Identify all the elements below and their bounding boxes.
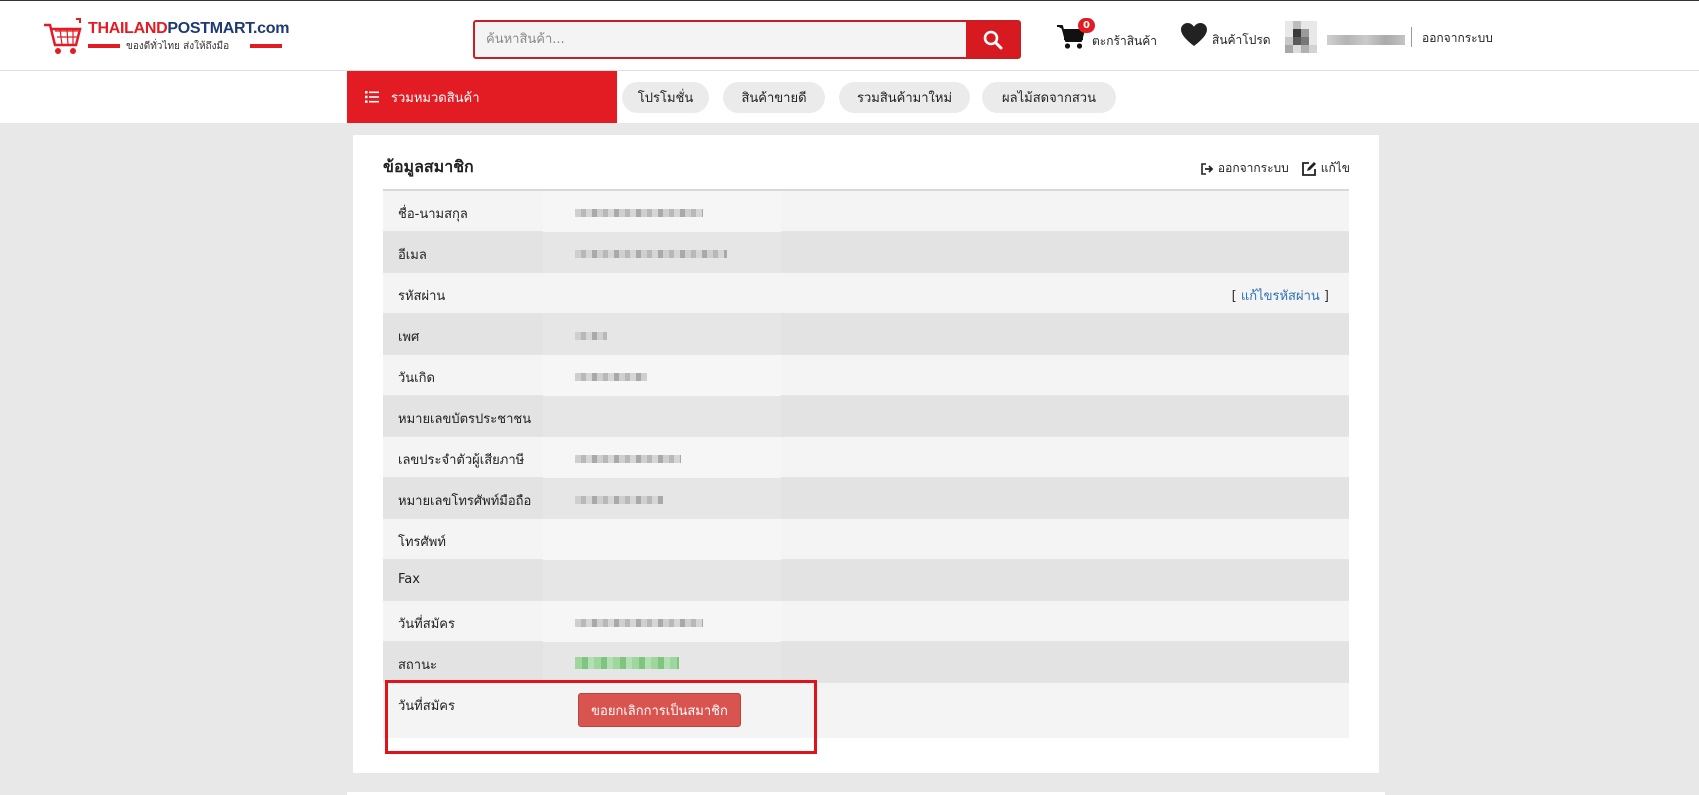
username-redacted bbox=[1327, 35, 1405, 45]
table-row-fullname: ชื่อ-นามสกุล bbox=[383, 191, 1349, 232]
all-categories-label: รวมหมวดสินค้า bbox=[391, 90, 480, 106]
cancel-membership-button[interactable]: ขอยกเลิกการเป็นสมาชิก bbox=[578, 693, 741, 727]
logo-cart-icon bbox=[44, 18, 82, 54]
user-divider bbox=[1411, 27, 1412, 47]
all-categories-button[interactable]: รวมหมวดสินค้า bbox=[347, 71, 617, 123]
mobile-value-redacted bbox=[575, 496, 663, 504]
change-password-link-wrap: [ แก้ไขรหัสผ่าน ] bbox=[1231, 289, 1329, 304]
status-value-redacted bbox=[575, 657, 679, 669]
search-button[interactable] bbox=[966, 22, 1019, 57]
table-row-mobile: หมายเลขโทรศัพท์มือถือ bbox=[383, 478, 1349, 519]
sign-out-icon bbox=[1201, 162, 1214, 175]
table-row-password: รหัสผ่าน [ แก้ไขรหัสผ่าน ] bbox=[383, 273, 1349, 314]
cart-link[interactable]: 0 ตะกร้าสินค้า bbox=[1056, 18, 1157, 58]
edit-icon bbox=[1301, 161, 1316, 176]
avatar[interactable] bbox=[1285, 21, 1317, 53]
edit-label: แก้ไข bbox=[1320, 161, 1350, 175]
card-logout-label: ออกจากระบบ bbox=[1217, 161, 1289, 175]
table-row-phone: โทรศัพท์ bbox=[383, 519, 1349, 560]
table-row-fax: Fax bbox=[383, 560, 1349, 601]
tax-id-value-redacted bbox=[575, 455, 681, 463]
table-row-tax-id: เลขประจำตัวผู้เสียภาษี bbox=[383, 437, 1349, 478]
nav-pill-fresh-fruit[interactable]: ผลไม้สดจากสวน bbox=[982, 82, 1116, 113]
logo-brand-text: THAILANDPOSTMART.com bbox=[88, 20, 290, 37]
search-bar bbox=[473, 20, 1021, 59]
change-password-link[interactable]: แก้ไขรหัสผ่าน bbox=[1241, 289, 1320, 304]
registered-date-value-redacted bbox=[575, 619, 703, 627]
table-row-national-id: หมายเลขบัตรประชาชน bbox=[383, 396, 1349, 437]
page-title: ข้อมูลสมาชิก bbox=[383, 157, 474, 176]
member-info-table: ชื่อ-นามสกุล อีเมล รหัสผ่าน [ แก้ไขรหัสผ… bbox=[383, 191, 1349, 738]
table-row-email: อีเมล bbox=[383, 232, 1349, 273]
user-menu: ออกจากระบบ bbox=[1285, 21, 1495, 53]
logo-tagline: ของดีทั่วไทย ส่งให้ถึงมือ bbox=[88, 39, 282, 53]
nav-pill-promotions[interactable]: โปรโมชั่น bbox=[622, 82, 709, 113]
header-logout-link[interactable]: ออกจากระบบ bbox=[1422, 29, 1493, 48]
favorites-label: สินค้าโปรด bbox=[1212, 33, 1271, 47]
heart-icon bbox=[1181, 23, 1207, 46]
cart-count-badge: 0 bbox=[1078, 18, 1095, 33]
search-icon bbox=[983, 30, 1002, 49]
nav-pill-bestsellers[interactable]: สินค้าขายดี bbox=[723, 82, 825, 113]
site-logo[interactable]: THAILANDPOSTMART.com ของดีทั่วไทย ส่งให้… bbox=[42, 17, 289, 57]
search-input[interactable] bbox=[475, 22, 965, 57]
card-actions: ออกจากระบบ แก้ไข bbox=[1189, 159, 1350, 178]
fullname-value-redacted bbox=[575, 209, 703, 217]
list-icon bbox=[365, 91, 379, 103]
table-row-gender: เพศ bbox=[383, 314, 1349, 355]
card-logout-link[interactable]: ออกจากระบบ bbox=[1201, 159, 1289, 178]
table-row-cancel-membership: วันที่สมัคร ขอยกเลิกการเป็นสมาชิก bbox=[383, 683, 1349, 738]
cart-label: ตะกร้าสินค้า bbox=[1092, 34, 1157, 48]
member-info-card: ข้อมูลสมาชิก ออกจากระบบ แก้ไข ชื่อ-นามสก… bbox=[353, 135, 1379, 773]
nav-pill-new-arrivals[interactable]: รวมสินค้ามาใหม่ bbox=[839, 82, 970, 113]
table-row-status: สถานะ bbox=[383, 642, 1349, 683]
site-header: THAILANDPOSTMART.com ของดีทั่วไทย ส่งให้… bbox=[0, 0, 1699, 71]
main-nav: รวมหมวดสินค้า โปรโมชั่น สินค้าขายดี รวมส… bbox=[0, 71, 1699, 123]
table-row-birthdate: วันเกิด bbox=[383, 355, 1349, 396]
table-row-registered-date: วันที่สมัคร bbox=[383, 601, 1349, 642]
gender-value-redacted bbox=[575, 332, 607, 340]
edit-profile-link[interactable]: แก้ไข bbox=[1301, 159, 1350, 178]
email-value-redacted bbox=[575, 250, 727, 258]
birthdate-value-redacted bbox=[575, 373, 647, 381]
